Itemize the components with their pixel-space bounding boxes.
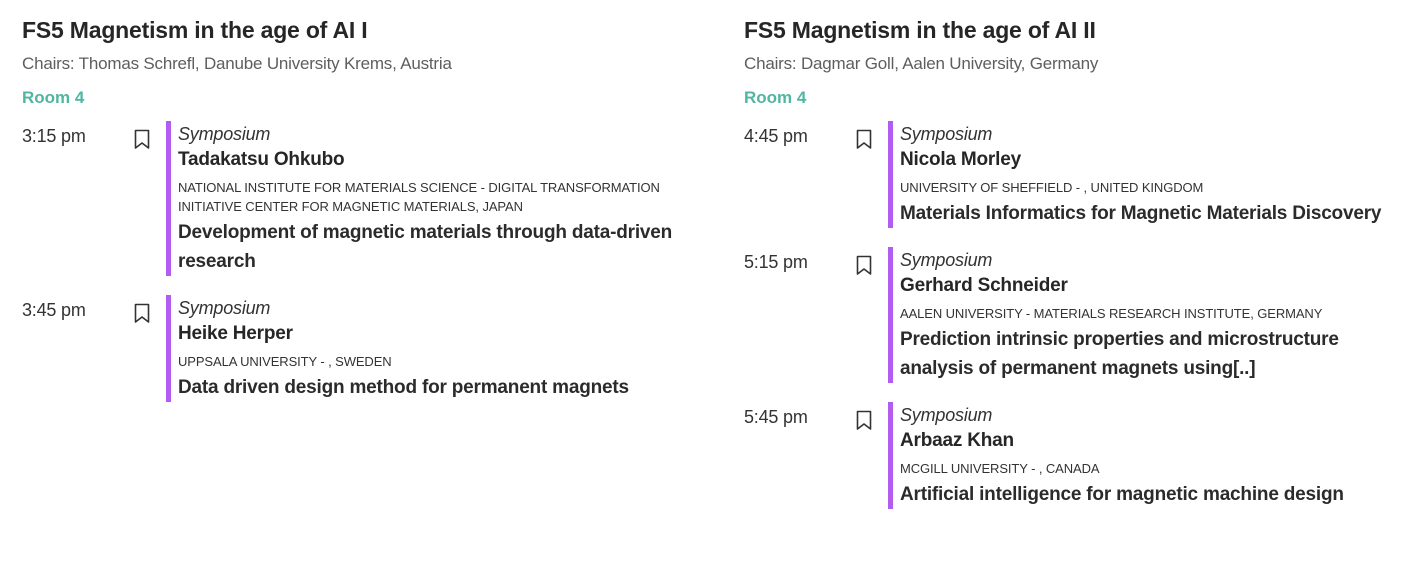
talk-title[interactable]: Materials Informatics for Magnetic Mater… (900, 199, 1394, 228)
schedule-page: FS5 Magnetism in the age of AI I Chairs:… (0, 0, 1408, 568)
session-1: FS5 Magnetism in the age of AI I Chairs:… (22, 14, 702, 421)
speaker-name[interactable]: Gerhard Schneider (900, 273, 1394, 298)
talk-list: 4:45 pm Symposium Nicola Morley UNIVERSI… (744, 121, 1394, 509)
talk-card: Symposium Heike Herper UPPSALA UNIVERSIT… (166, 295, 678, 402)
talk-title[interactable]: Development of magnetic materials throug… (178, 218, 678, 276)
speaker-affiliation: NATIONAL INSTITUTE FOR MATERIALS SCIENCE… (178, 180, 660, 214)
bookmark-button[interactable] (856, 247, 884, 383)
bookmark-icon (856, 410, 872, 430)
speaker-affiliation: UPPSALA UNIVERSITY - , SWEDEN (178, 354, 392, 369)
bookmark-icon (856, 129, 872, 149)
talk-item: 5:15 pm Symposium Gerhard Schneider AALE… (744, 247, 1394, 383)
talk-time: 5:45 pm (744, 407, 808, 427)
session-title: FS5 Magnetism in the age of AI I (22, 17, 368, 43)
speaker-affiliation: AALEN UNIVERSITY - MATERIALS RESEARCH IN… (900, 306, 1323, 321)
talk-type: Symposium (178, 298, 271, 318)
talk-item: 3:15 pm Symposium Tadakatsu Ohkubo NATIO… (22, 121, 702, 276)
bookmark-button[interactable] (856, 121, 884, 228)
talk-card: Symposium Nicola Morley UNIVERSITY OF SH… (888, 121, 1394, 228)
speaker-affiliation: UNIVERSITY OF SHEFFIELD - , UNITED KINGD… (900, 180, 1204, 195)
talk-item: 4:45 pm Symposium Nicola Morley UNIVERSI… (744, 121, 1394, 228)
bookmark-button[interactable] (134, 295, 162, 402)
session-room: Room 4 (22, 88, 85, 107)
talk-item: 3:45 pm Symposium Heike Herper UPPSALA U… (22, 295, 702, 402)
session-2: FS5 Magnetism in the age of AI II Chairs… (744, 14, 1394, 528)
talk-card: Symposium Arbaaz Khan MCGILL UNIVERSITY … (888, 402, 1394, 509)
session-chairs: Chairs: Thomas Schrefl, Danube Universit… (22, 54, 452, 73)
talk-time: 3:15 pm (22, 126, 86, 146)
talk-type: Symposium (900, 124, 993, 144)
speaker-affiliation: MCGILL UNIVERSITY - , CANADA (900, 461, 1100, 476)
bookmark-button[interactable] (134, 121, 162, 276)
talk-time: 4:45 pm (744, 126, 808, 146)
session-chairs: Chairs: Dagmar Goll, Aalen University, G… (744, 54, 1099, 73)
talk-card: Symposium Gerhard Schneider AALEN UNIVER… (888, 247, 1394, 383)
speaker-name[interactable]: Nicola Morley (900, 147, 1394, 172)
bookmark-icon (134, 303, 150, 323)
talk-title[interactable]: Artificial intelligence for magnetic mac… (900, 480, 1394, 509)
bookmark-button[interactable] (856, 402, 884, 509)
talk-time: 5:15 pm (744, 252, 808, 272)
talk-time: 3:45 pm (22, 300, 86, 320)
speaker-name[interactable]: Tadakatsu Ohkubo (178, 147, 678, 172)
speaker-name[interactable]: Arbaaz Khan (900, 428, 1394, 453)
speaker-name[interactable]: Heike Herper (178, 321, 678, 346)
bookmark-icon (856, 255, 872, 275)
talk-type: Symposium (178, 124, 271, 144)
talk-list: 3:15 pm Symposium Tadakatsu Ohkubo NATIO… (22, 121, 702, 402)
session-title: FS5 Magnetism in the age of AI II (744, 17, 1096, 43)
talk-title[interactable]: Prediction intrinsic properties and micr… (900, 325, 1394, 383)
talk-card: Symposium Tadakatsu Ohkubo NATIONAL INST… (166, 121, 678, 276)
talk-type: Symposium (900, 250, 993, 270)
talk-item: 5:45 pm Symposium Arbaaz Khan MCGILL UNI… (744, 402, 1394, 509)
talk-title[interactable]: Data driven design method for permanent … (178, 373, 678, 402)
talk-type: Symposium (900, 405, 993, 425)
bookmark-icon (134, 129, 150, 149)
session-room: Room 4 (744, 88, 807, 107)
